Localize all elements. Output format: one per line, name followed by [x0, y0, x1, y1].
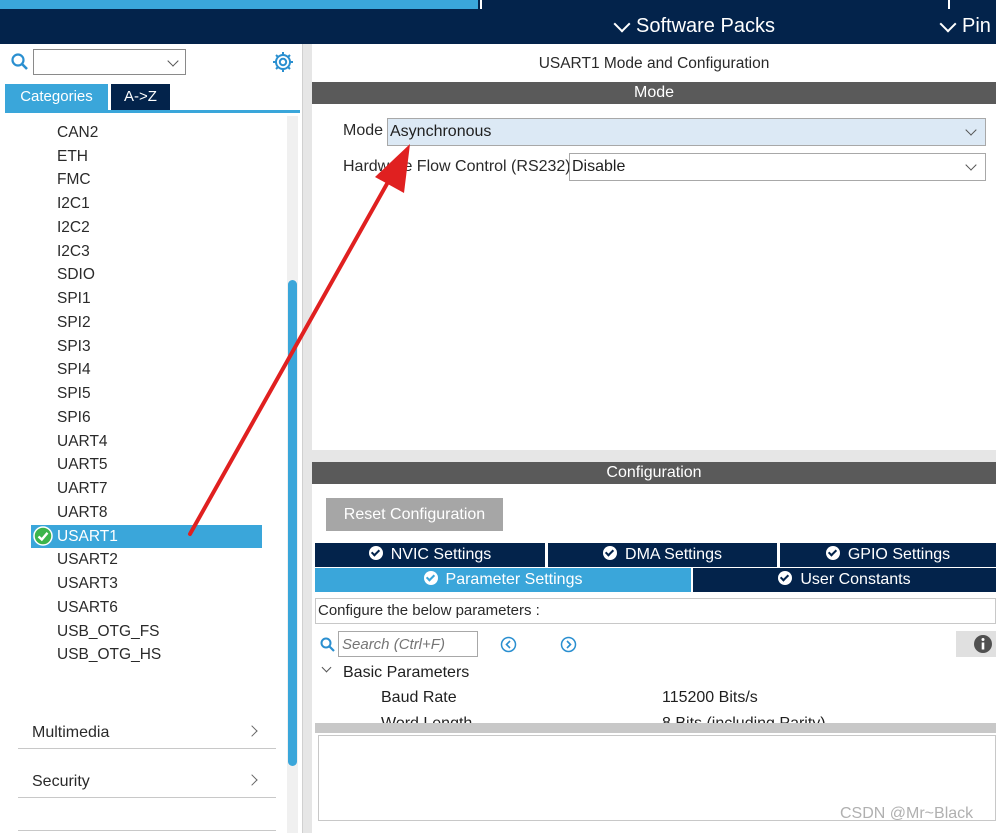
tab-label: GPIO Settings — [847, 546, 951, 563]
tab-underline — [5, 110, 300, 113]
top-tab-active-strip — [0, 0, 478, 9]
mode-select[interactable]: Asynchronous — [387, 118, 986, 146]
check-circle-icon — [33, 526, 53, 546]
panel-gutter — [303, 44, 312, 833]
info-button[interactable] — [956, 631, 996, 657]
top-tab-strip — [480, 0, 948, 9]
list-item-i2c3[interactable]: I2C3 — [57, 241, 90, 263]
param-name-word-length: Word Length — [381, 715, 472, 723]
parameter-search-input[interactable] — [338, 631, 478, 657]
tab-label: Parameter Settings — [445, 571, 583, 588]
top-toolbar: Software Packs Pin — [0, 0, 996, 44]
check-circle-icon — [423, 571, 438, 585]
chevron-down-icon — [321, 662, 332, 673]
list-item-uart5[interactable]: UART5 — [57, 454, 108, 476]
top-tab-strip — [948, 0, 996, 9]
info-icon — [974, 635, 992, 653]
tab-label: User Constants — [800, 571, 911, 588]
list-item-sdio[interactable]: SDIO — [57, 264, 95, 286]
param-name-baud-rate: Baud Rate — [381, 689, 457, 706]
pinout-label: Pin — [962, 15, 991, 37]
search-icon[interactable] — [11, 53, 29, 71]
list-item-usart3[interactable]: USART3 — [57, 573, 118, 595]
chevron-down-icon — [965, 159, 977, 171]
list-item-spi1[interactable]: SPI1 — [57, 288, 91, 310]
software-packs-label: Software Packs — [636, 15, 775, 37]
param-value-baud-rate[interactable]: 115200 Bits/s — [662, 689, 758, 707]
list-item-usart2[interactable]: USART2 — [57, 549, 118, 571]
list-item-uart8[interactable]: UART8 — [57, 502, 108, 524]
list-item-fmc[interactable]: FMC — [57, 169, 91, 191]
scrollbar-thumb[interactable] — [288, 280, 297, 766]
tab-label: NVIC Settings — [390, 546, 492, 563]
group-label: Security — [32, 773, 90, 790]
next-icon[interactable] — [560, 636, 577, 653]
chevron-right-icon — [246, 774, 258, 786]
tab-dma-settings[interactable]: DMA Settings — [548, 543, 777, 567]
hw-flow-label: Hardware Flow Control (RS232) — [343, 158, 571, 175]
list-item-spi4[interactable]: SPI4 — [57, 359, 91, 381]
check-circle-icon — [778, 571, 793, 585]
hw-flow-select[interactable]: Disable — [569, 153, 986, 181]
check-circle-icon — [603, 546, 618, 560]
list-item-uart4[interactable]: UART4 — [57, 431, 108, 453]
basic-parameters-header: Basic Parameters — [343, 664, 470, 681]
section-separator — [312, 450, 996, 462]
tab-gpio-settings[interactable]: GPIO Settings — [780, 543, 996, 567]
list-item-i2c1[interactable]: I2C1 — [57, 193, 90, 215]
list-item-spi5[interactable]: SPI5 — [57, 383, 91, 405]
basic-parameters-toggle[interactable] — [321, 662, 332, 674]
group-label: Multimedia — [32, 724, 110, 741]
param-value-word-length[interactable]: 8 Bits (including Parity) — [662, 715, 826, 723]
reset-configuration-button[interactable]: Reset Configuration — [326, 498, 503, 531]
categories-panel: Categories A->Z CAN2 ETH FMC I2C1 I2C2 I… — [0, 44, 303, 833]
list-item-usb-otg-fs[interactable]: USB_OTG_FS — [57, 621, 160, 643]
hw-flow-value: Disable — [572, 158, 626, 175]
list-item-can2[interactable]: CAN2 — [57, 122, 98, 144]
panel-title: USART1 Mode and Configuration — [538, 55, 770, 72]
gear-icon[interactable] — [272, 51, 294, 73]
check-circle-icon — [825, 546, 840, 560]
mode-section-header: Mode — [312, 82, 996, 104]
list-item-uart7[interactable]: UART7 — [57, 478, 108, 500]
tab-nvic-settings[interactable]: NVIC Settings — [315, 543, 545, 567]
mode-label: Mode — [343, 122, 384, 139]
check-circle-icon — [368, 546, 383, 560]
list-item-spi6[interactable]: SPI6 — [57, 407, 91, 429]
tab-a-z[interactable]: A->Z — [111, 84, 170, 110]
chevron-right-icon — [246, 725, 258, 737]
pinout-menu[interactable]: Pin — [939, 15, 991, 38]
watermark: CSDN @Mr~Black — [840, 805, 974, 822]
list-item-eth[interactable]: ETH — [57, 146, 88, 168]
previous-icon[interactable] — [500, 636, 517, 653]
group-security[interactable]: Security — [18, 767, 276, 798]
category-search-combo[interactable] — [33, 49, 186, 75]
splitter-bar[interactable] — [315, 723, 996, 733]
chevron-down-icon — [965, 124, 977, 136]
list-item-usb-otg-hs[interactable]: USB_OTG_HS — [57, 644, 161, 666]
tab-categories[interactable]: Categories — [5, 84, 108, 110]
tab-user-constants[interactable]: User Constants — [693, 568, 996, 592]
tab-label: DMA Settings — [625, 546, 722, 563]
chevron-down-icon — [167, 55, 179, 67]
list-item-usart1[interactable]: USART1 — [57, 526, 118, 548]
tab-parameter-settings[interactable]: Parameter Settings — [315, 568, 691, 592]
list-item-usart6[interactable]: USART6 — [57, 597, 118, 619]
chevron-down-icon — [939, 15, 957, 32]
group-multimedia[interactable]: Multimedia — [18, 718, 276, 749]
list-item-spi2[interactable]: SPI2 — [57, 312, 91, 334]
group-divider — [18, 822, 276, 831]
mode-value: Asynchronous — [390, 123, 492, 140]
param-row-clipped: Word Length 8 Bits (including Parity) — [315, 711, 996, 723]
chevron-down-icon — [613, 15, 631, 32]
configuration-section-header: Configuration — [312, 462, 996, 484]
software-packs-menu[interactable]: Software Packs — [613, 15, 775, 38]
configure-hint: Configure the below parameters : — [315, 598, 996, 624]
list-item-spi3[interactable]: SPI3 — [57, 336, 91, 358]
search-icon — [320, 637, 335, 652]
list-item-i2c2[interactable]: I2C2 — [57, 217, 90, 239]
